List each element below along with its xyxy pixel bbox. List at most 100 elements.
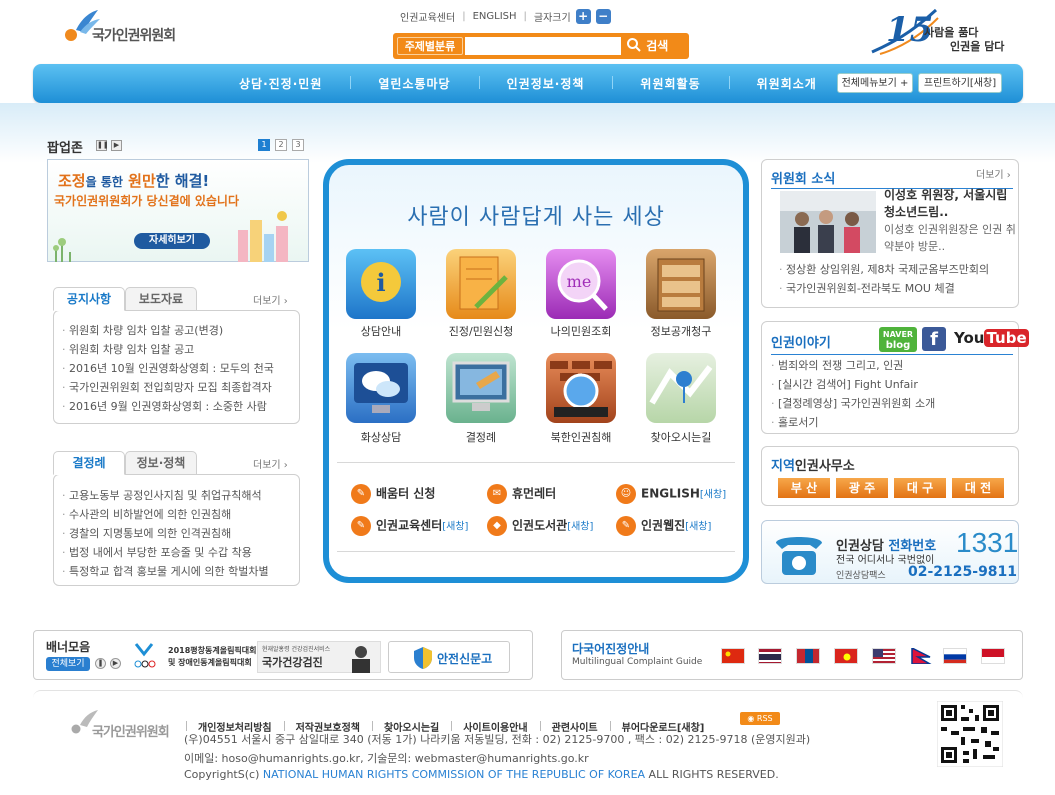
nav-item-consult[interactable]: 상담·진정·민원: [211, 75, 350, 92]
hotline-banner[interactable]: 인권상담 전화번호 1331 전국 어디서나 국번없이 인권상담팩스 02-21…: [761, 520, 1019, 584]
site-logo[interactable]: 국가인권위원회: [62, 8, 182, 52]
list-item[interactable]: [실시간 검색어] Fight Unfair: [771, 375, 1015, 394]
flag-indonesia-icon[interactable]: [981, 648, 1005, 664]
nav-item-about[interactable]: 위원회소개: [728, 75, 845, 92]
webzine-icon: ✎: [616, 516, 636, 536]
search-input[interactable]: [465, 37, 621, 55]
list-item[interactable]: 경찰의 지명통보에 의한 인격권침해: [62, 524, 296, 543]
print-button[interactable]: 프린트하기[새창]: [918, 73, 1002, 93]
all-menu-button[interactable]: 전체메뉴보기 +: [837, 73, 913, 93]
naver-blog-icon[interactable]: NAVER blog: [879, 327, 917, 352]
tab-info-policy[interactable]: 정보·정책: [125, 451, 197, 475]
nav-item-info-policy[interactable]: 인권정보·정책: [478, 75, 613, 92]
banner-detail-button[interactable]: 자세히보기: [134, 233, 210, 249]
search-category-select[interactable]: 주제별분류: [397, 37, 463, 55]
my-complaint-icon[interactable]: me: [546, 249, 616, 319]
office-daejeon-button[interactable]: 대 전: [952, 478, 1004, 498]
health-checkup-banner[interactable]: 현재알홍령 건강검진서비스 국가건강검진: [257, 641, 381, 673]
list-item[interactable]: 고용노동부 공정인사지침 및 취업규칙해석: [62, 486, 296, 505]
icon-label: 화상상담: [360, 431, 402, 444]
quick-english[interactable]: ☺ ENGLISH[새창]: [616, 484, 726, 504]
banner-view-all-button[interactable]: 전체보기: [46, 657, 90, 671]
decision-icon[interactable]: [446, 353, 516, 423]
safety-report-banner[interactable]: 안전신문고: [388, 641, 510, 673]
footer-email: 이메일: hoso@humanrights.go.kr, 기술문의: webma…: [184, 752, 589, 765]
sky-background: [0, 103, 1055, 163]
list-item[interactable]: 2016년 10월 인권영화상영회 : 모두의 천국: [62, 359, 296, 378]
notice-list: 위원회 차량 임차 입찰 공고(변경) 위원회 차량 임차 입찰 공고 2016…: [62, 321, 296, 416]
story-title: 인권이야기: [771, 336, 831, 351]
list-item[interactable]: 특정학교 합격 홍보물 게시에 의한 학벌차별: [62, 562, 296, 581]
video-consult-icon[interactable]: [346, 353, 416, 423]
quick-learning-apply[interactable]: ✎ 배움터 신청: [351, 484, 435, 504]
svg-text:i: i: [376, 268, 385, 297]
flag-russia-icon[interactable]: [943, 648, 967, 664]
rss-button[interactable]: ◉ RSS: [740, 712, 780, 725]
quick-edu-center[interactable]: ✎ 인권교육센터[새창]: [351, 516, 468, 536]
list-item[interactable]: 범죄와의 전쟁 그리고, 인권: [771, 356, 1015, 375]
edu-center-link[interactable]: 인권교육센터: [400, 9, 455, 24]
pyeongchang-olympics-banner[interactable]: 2018평창동계올림픽대회 및 장애인동계올림픽대회: [130, 640, 257, 672]
office-daegu-button[interactable]: 대 구: [894, 478, 946, 498]
pencil-icon: ✎: [351, 484, 371, 504]
search-button[interactable]: 검색: [626, 37, 682, 55]
play-icon[interactable]: ▶: [110, 658, 121, 669]
popup-banner[interactable]: 조정을 통한 원만한 해결! 국가인권위원회가 당신곁에 있습니다 자세히보기: [47, 159, 309, 262]
list-item[interactable]: 위원회 차량 임차 입찰 공고: [62, 340, 296, 359]
olympic-rings-icon: [134, 643, 156, 668]
tab-notice[interactable]: 공지사항: [53, 287, 125, 311]
english-link[interactable]: ENGLISH: [473, 11, 517, 22]
list-item[interactable]: 2016년 9월 인권영화상영회 : 소중한 사람: [62, 397, 296, 416]
petition-apply-icon[interactable]: [446, 249, 516, 319]
flag-thailand-icon[interactable]: [758, 648, 782, 664]
flag-vietnam-icon[interactable]: [834, 648, 858, 664]
hotline-number: 1331: [956, 527, 1019, 558]
info-disclosure-icon[interactable]: [646, 249, 716, 319]
facebook-icon[interactable]: f: [922, 327, 946, 351]
list-item[interactable]: [결정례영상] 국가인권위원회 소개: [771, 394, 1015, 413]
quick-library[interactable]: ◆ 인권도서관[새창]: [487, 516, 593, 536]
popup-page-2[interactable]: 2: [275, 139, 287, 151]
list-item[interactable]: 홀로서기: [771, 413, 1015, 432]
office-busan-button[interactable]: 부 산: [778, 478, 830, 498]
font-size-label: 글자크기: [533, 12, 571, 24]
nav-item-open-communication[interactable]: 열린소통마당: [350, 75, 478, 92]
consult-guide-icon[interactable]: i: [346, 249, 416, 319]
list-item[interactable]: 위원회 차량 임차 입찰 공고(변경): [62, 321, 296, 340]
news-summary: 이성호 인권위원장은 인권 취약분야 방문..: [884, 223, 1016, 253]
flag-nepal-icon[interactable]: [910, 648, 934, 664]
list-item[interactable]: 법정 내에서 부당한 포승줄 및 수갑 착용: [62, 543, 296, 562]
qr-code-icon[interactable]: [937, 701, 1003, 767]
directions-icon[interactable]: [646, 353, 716, 423]
quick-human-letter[interactable]: ✉ 휴먼레터: [487, 484, 556, 504]
tab-press-release[interactable]: 보도자료: [125, 287, 197, 311]
list-item[interactable]: 국가인권위원회-전라북도 MOU 체결: [779, 279, 1015, 298]
office-gwangju-button[interactable]: 광 주: [836, 478, 888, 498]
mail-icon: ✉: [487, 484, 507, 504]
popup-page-1[interactable]: 1: [258, 139, 270, 151]
font-increase-button[interactable]: +: [575, 8, 591, 24]
decision-more-link[interactable]: 더보기 ›: [253, 456, 288, 471]
youtube-icon[interactable]: You Tube: [954, 329, 1029, 347]
tab-decision[interactable]: 결정례: [53, 451, 125, 475]
pause-icon[interactable]: ❚❚: [96, 140, 109, 151]
news-more-link[interactable]: 더보기 ›: [976, 166, 1011, 181]
list-item[interactable]: 수사관의 비하발언에 의한 인권침해: [62, 505, 296, 524]
play-icon[interactable]: ▶: [111, 140, 122, 151]
decision-list: 고용노동부 공정인사지침 및 취업규칙해석 수사관의 비하발언에 의한 인권침해…: [62, 486, 296, 581]
font-decrease-button[interactable]: −: [595, 8, 611, 24]
notice-more-link[interactable]: 더보기 ›: [253, 292, 288, 307]
nav-item-activities[interactable]: 위원회활동: [612, 75, 728, 92]
news-photo[interactable]: [780, 191, 876, 253]
quick-webzine[interactable]: ✎ 인권웹진[새창]: [616, 516, 711, 536]
flag-usa-icon[interactable]: [872, 648, 896, 664]
news-headline[interactable]: 이성호 위원장, 서울시립청소년드림..: [884, 187, 1016, 221]
list-item[interactable]: 정상환 상임위원, 제8차 국제군옴부즈만회의: [779, 260, 1015, 279]
popup-page-3[interactable]: 3: [292, 139, 304, 151]
flag-mongolia-icon[interactable]: [796, 648, 820, 664]
flag-china-icon[interactable]: [721, 648, 745, 664]
pause-icon[interactable]: ❚: [95, 658, 106, 669]
north-korea-rights-icon[interactable]: [546, 353, 616, 423]
anniversary-logo: 15 사람을 품다 인권을 담다: [870, 4, 1010, 58]
list-item[interactable]: 국가인권위원회 전입희망자 모집 최종합격자: [62, 378, 296, 397]
